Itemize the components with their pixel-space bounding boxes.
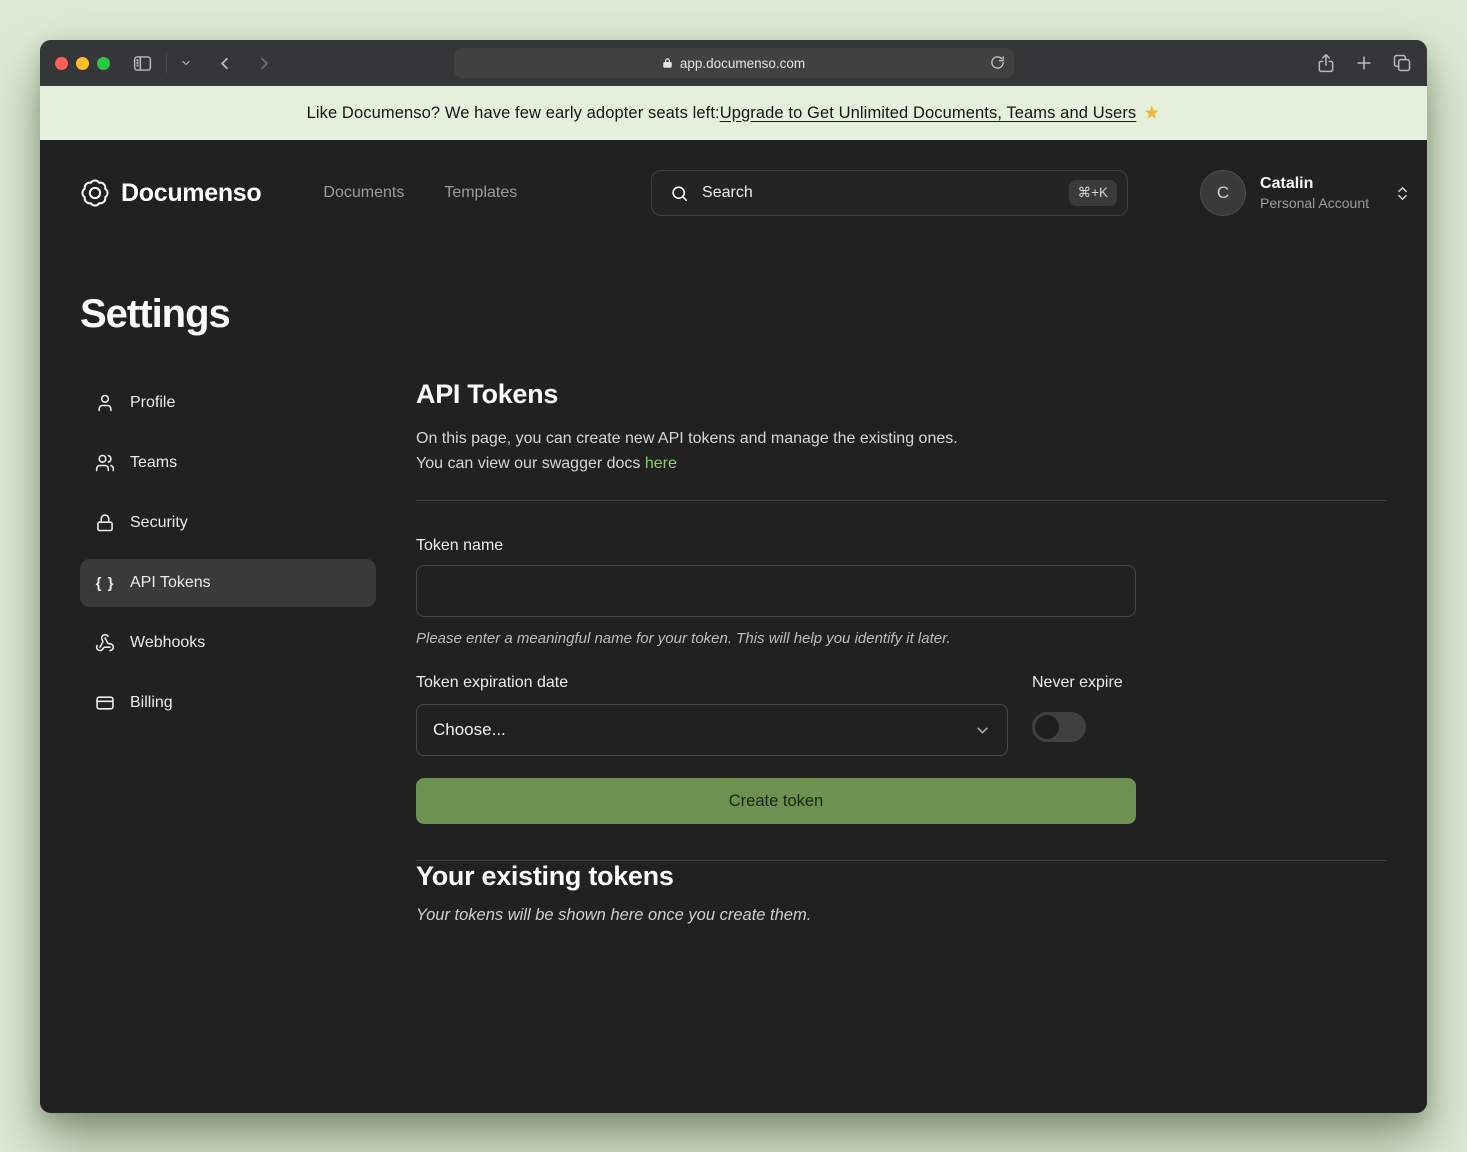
- expiration-date-label: Token expiration date: [416, 674, 1008, 692]
- toolbar-left-controls: [132, 53, 274, 74]
- description-line2: You can view our swagger docs: [416, 455, 645, 472]
- account-type: Personal Account: [1260, 194, 1369, 212]
- search-icon: [670, 184, 689, 203]
- traffic-lights: [55, 57, 110, 70]
- never-expire-label: Never expire: [1032, 674, 1123, 692]
- select-value: Choose...: [433, 720, 506, 740]
- divider: [416, 500, 1387, 501]
- new-tab-icon[interactable]: [1354, 53, 1374, 73]
- sidebar-item-teams[interactable]: Teams: [80, 439, 376, 487]
- sidebar-item-security[interactable]: Security: [80, 499, 376, 547]
- swagger-docs-link[interactable]: here: [645, 455, 677, 472]
- account-menu[interactable]: C Catalin Personal Account: [1200, 170, 1411, 216]
- sidebar-item-webhooks[interactable]: Webhooks: [80, 619, 376, 667]
- url-text: app.documenso.com: [680, 56, 805, 71]
- documenso-logo[interactable]: Documenso: [80, 178, 261, 208]
- lock-icon: [95, 513, 115, 533]
- documenso-app: Documenso Documents Templates Search ⌘+K…: [40, 140, 1427, 1113]
- create-token-button[interactable]: Create token: [416, 778, 1136, 824]
- api-tokens-panel: API Tokens On this page, you can create …: [416, 379, 1387, 925]
- credit-card-icon: [95, 693, 115, 713]
- back-button[interactable]: [215, 54, 234, 73]
- promo-text: Like Documenso? We have few early adopte…: [307, 104, 720, 123]
- search-shortcut-badge: ⌘+K: [1069, 180, 1117, 206]
- user-icon: [95, 393, 115, 413]
- users-icon: [95, 453, 115, 473]
- toolbar-divider: [166, 53, 167, 73]
- reload-icon[interactable]: [990, 55, 1005, 73]
- sidebar-toggle-icon[interactable]: [132, 53, 153, 74]
- star-icon: ★: [1143, 102, 1160, 125]
- sidebar-item-label: Teams: [130, 454, 177, 472]
- expiration-date-select[interactable]: Choose...: [416, 704, 1008, 756]
- share-icon[interactable]: [1316, 53, 1336, 73]
- account-name: Catalin: [1260, 174, 1369, 195]
- page-title: Settings: [80, 292, 1387, 337]
- maximize-window-button[interactable]: [97, 57, 110, 70]
- token-name-label: Token name: [416, 537, 1136, 555]
- settings-page: Settings Profile Teams Security: [40, 292, 1427, 925]
- settings-sidebar: Profile Teams Security { } API Tokens: [80, 379, 376, 727]
- sidebar-item-label: API Tokens: [130, 574, 211, 592]
- close-window-button[interactable]: [55, 57, 68, 70]
- chevrons-up-down-icon: [1394, 185, 1411, 202]
- main-nav: Documents Templates: [323, 184, 517, 202]
- nav-documents[interactable]: Documents: [323, 184, 404, 202]
- sidebar-item-profile[interactable]: Profile: [80, 379, 376, 427]
- nav-templates[interactable]: Templates: [444, 184, 517, 202]
- promo-banner: Like Documenso? We have few early adopte…: [40, 86, 1427, 140]
- section-description: On this page, you can create new API tok…: [416, 426, 1387, 476]
- create-token-form: Token name Please enter a meaningful nam…: [416, 537, 1136, 824]
- sidebar-item-api-tokens[interactable]: { } API Tokens: [80, 559, 376, 607]
- section-heading: API Tokens: [416, 379, 1387, 410]
- upgrade-link[interactable]: Upgrade to Get Unlimited Documents, Team…: [720, 104, 1137, 123]
- sidebar-item-label: Webhooks: [130, 634, 205, 652]
- avatar: C: [1200, 170, 1246, 216]
- token-name-hint: Please enter a meaningful name for your …: [416, 630, 1136, 647]
- address-bar[interactable]: app.documenso.com: [454, 48, 1014, 78]
- braces-icon: { }: [95, 575, 115, 592]
- existing-tokens-empty-text: Your tokens will be shown here once you …: [416, 906, 1387, 925]
- sidebar-chevron-down-icon[interactable]: [180, 57, 192, 69]
- sidebar-item-label: Security: [130, 514, 188, 532]
- app-header: Documenso Documents Templates Search ⌘+K…: [40, 140, 1427, 246]
- account-labels: Catalin Personal Account: [1260, 174, 1369, 213]
- webhook-icon: [95, 633, 115, 653]
- lock-icon: [662, 57, 673, 69]
- description-line1: On this page, you can create new API tok…: [416, 430, 958, 447]
- sidebar-item-billing[interactable]: Billing: [80, 679, 376, 727]
- never-expire-toggle[interactable]: [1032, 712, 1086, 742]
- browser-toolbar: app.documenso.com: [40, 40, 1427, 86]
- token-name-input[interactable]: [416, 565, 1136, 617]
- browser-window: app.documenso.com Like Documenso? We hav…: [40, 40, 1427, 1113]
- tab-overview-icon[interactable]: [1392, 53, 1412, 73]
- documenso-badge-icon: [80, 178, 110, 208]
- search-input[interactable]: Search ⌘+K: [651, 170, 1128, 216]
- sidebar-item-label: Profile: [130, 394, 175, 412]
- forward-button[interactable]: [255, 54, 274, 73]
- toggle-knob: [1035, 715, 1059, 739]
- chevron-down-icon: [974, 722, 991, 739]
- toolbar-right-controls: [1316, 53, 1412, 73]
- search-placeholder: Search: [702, 184, 1056, 202]
- existing-tokens-heading: Your existing tokens: [416, 861, 1387, 892]
- brand-wordmark: Documenso: [121, 179, 261, 208]
- minimize-window-button[interactable]: [76, 57, 89, 70]
- sidebar-item-label: Billing: [130, 694, 173, 712]
